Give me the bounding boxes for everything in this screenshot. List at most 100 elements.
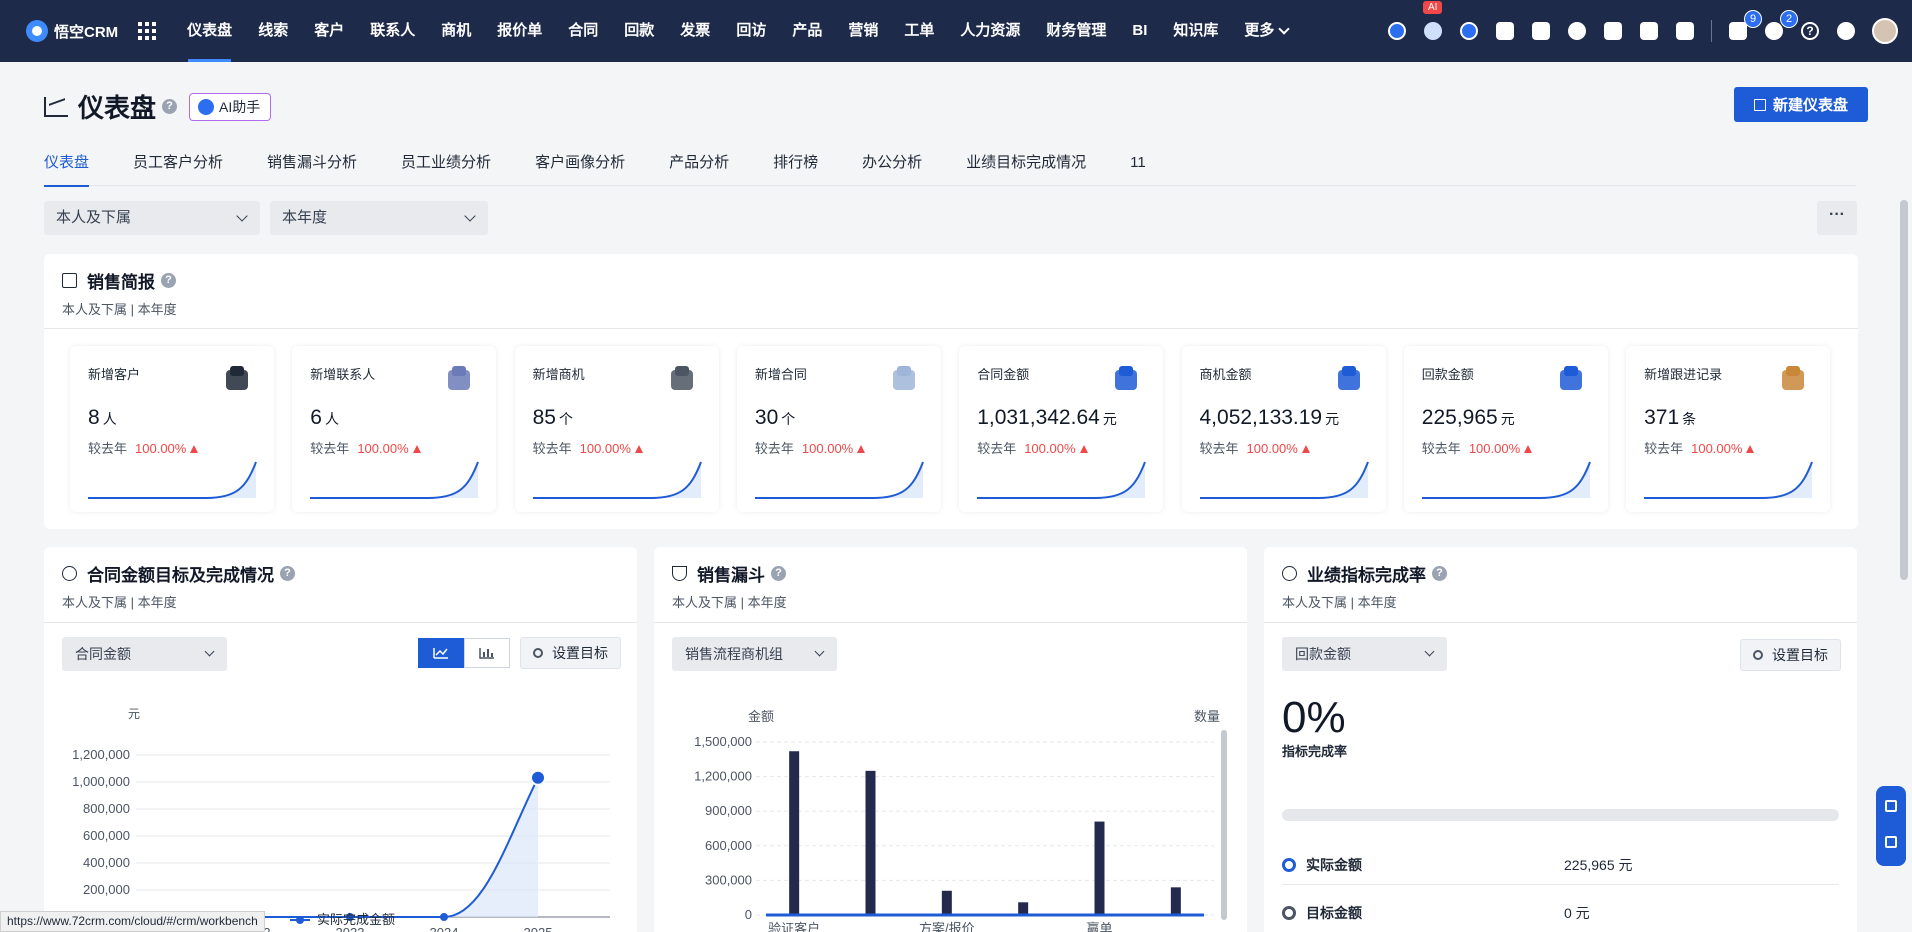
bar-chart-toggle[interactable] [464,638,510,668]
more-options-button[interactable]: ··· [1817,201,1857,235]
page-scrollbar[interactable] [1900,200,1908,580]
kpi-card[interactable]: 新增跟进记录 371 条较去年 100.00% [1626,346,1831,512]
tab-target-completion[interactable]: 业绩目标完成情况 [966,152,1086,186]
set-target-button[interactable]: 设置目标 [520,637,621,669]
notes-button[interactable] [1601,19,1625,43]
data-point[interactable] [440,913,448,921]
help-icon[interactable]: ? [771,566,786,581]
nav-item-hr[interactable]: 人力资源 [947,0,1033,62]
nav-item-finance[interactable]: 财务管理 [1033,0,1119,62]
legend-label[interactable]: 实际完成金额 [317,912,395,927]
funnel-bar[interactable] [941,890,952,915]
nav-item-leads[interactable]: 线索 [245,0,301,62]
user-button[interactable] [1565,19,1589,43]
sales-funnel-header: 销售漏斗 ? [672,561,786,586]
nav-more-menu[interactable]: 更多 [1231,0,1301,62]
funnel-bar[interactable] [1018,902,1029,915]
kpi-card[interactable]: 新增商机 85 个较去年 100.00% [514,346,719,512]
card-subtitle: 本人及下属 | 本年度 [62,302,177,317]
kpi-card[interactable]: 商机金额 4,052,133.19 元较去年 100.00% [1181,346,1386,512]
kpi-card[interactable]: 新增合同 30 个较去年 100.00% [736,346,941,512]
nav-item-dashboard[interactable]: 仪表盘 [174,0,245,62]
period-select[interactable]: 本年度 [270,201,488,235]
tasks-button[interactable]: 9 [1726,10,1762,43]
nav-item-visits[interactable]: 回访 [723,0,779,62]
feedback-button[interactable] [1493,19,1517,43]
calendar-button[interactable] [1673,19,1697,43]
help-icon[interactable]: ? [1432,566,1447,581]
funnel-bar[interactable] [1094,821,1105,915]
y-tick-label: 200,000 [83,882,130,897]
notifications-button[interactable]: 2 [1762,10,1798,43]
nav-item-payments[interactable]: 回款 [611,0,667,62]
kpi-card[interactable]: 回款金额 225,965 元较去年 100.00% [1403,346,1608,512]
flag-icon [1496,22,1514,40]
chevron-down-icon [204,646,215,657]
floating-toolbox[interactable] [1876,786,1906,866]
kpi-compare: 较去年 100.00% [1422,438,1533,457]
funnel-bar[interactable] [1170,887,1181,915]
nav-item-opportunities[interactable]: 商机 [428,0,484,62]
help-icon[interactable]: ? [280,566,295,581]
nav-item-customers[interactable]: 客户 [301,0,357,62]
compare-label: 较去年 [1199,441,1239,456]
app-logo[interactable]: 悟空CRM [26,20,118,42]
perf-metric-select[interactable]: 回款金额 [1282,637,1447,671]
funnel-bar[interactable] [865,770,876,915]
help-button[interactable]: ? [1798,19,1822,43]
scope-select[interactable]: 本人及下属 [44,201,260,235]
tool-icon [1885,800,1897,812]
settings-button[interactable] [1834,19,1858,43]
set-target-button[interactable]: 设置目标 [1740,639,1841,671]
funnel-bar[interactable] [789,751,800,915]
tab-office-analysis[interactable]: 办公分析 [862,152,922,186]
ai-robot-button[interactable]: AI [1421,1,1445,43]
nav-item-quotes[interactable]: 报价单 [484,0,555,62]
ai-assistant-button[interactable]: AI助手 [189,92,272,121]
process-group-select[interactable]: 销售流程商机组 [672,637,837,671]
chart-scrollbar[interactable] [1221,730,1227,920]
kpi-card[interactable]: 新增联系人 6 人较去年 100.00% [292,346,497,512]
funnel-bar-chart: 金额 数量 0 300,000 600,000 900,000 1,200,000 1,5… [694,709,1227,932]
nav-item-marketing[interactable]: 营销 [835,0,891,62]
nav-item-products[interactable]: 产品 [779,0,835,62]
money-icon [1109,364,1143,396]
nav-item-tickets[interactable]: 工单 [891,0,947,62]
tab-sales-funnel[interactable]: 销售漏斗分析 [267,152,357,186]
tab-employee-performance[interactable]: 员工业绩分析 [401,152,491,186]
nav-item-knowledge[interactable]: 知识库 [1160,0,1231,62]
phone-button[interactable] [1637,19,1661,43]
tab-11[interactable]: 11 [1130,152,1146,186]
kpi-sparkline [1644,461,1814,499]
help-icon[interactable]: ? [161,273,176,288]
kpi-sparkline [532,461,702,499]
kpi-card[interactable]: 合同金额 1,031,342.64 元较去年 100.00% [959,346,1164,512]
data-point[interactable] [530,769,546,786]
nav-item-bi[interactable]: BI [1119,0,1160,62]
new-dashboard-button[interactable]: 新建仪表盘 [1734,87,1868,122]
quick-add-button[interactable] [1385,19,1409,43]
line-chart-toggle[interactable] [418,638,464,668]
tab-customer-profile[interactable]: 客户画像分析 [535,152,625,186]
kpi-card[interactable]: 新增客户 8 人较去年 100.00% [70,346,274,512]
tab-dashboard[interactable]: 仪表盘 [44,152,90,187]
y-tick-label: 600,000 [705,838,752,853]
avatar[interactable] [1872,18,1898,44]
tab-product-analysis[interactable]: 产品分析 [669,152,729,186]
chat-button[interactable] [1457,19,1481,43]
kpi-compare: 较去年 100.00% [1200,438,1310,457]
help-icon[interactable]: ? [162,99,178,114]
actual-amount-row: 实际金额 225,965 元 [1282,845,1839,885]
tab-employee-customer[interactable]: 员工客户分析 [133,152,223,186]
nav-item-contracts[interactable]: 合同 [555,0,611,62]
kpi-unit: 元 [1500,411,1515,427]
x-tick-label: 2025 [524,925,553,932]
contact-icon [442,364,476,396]
app-grid-icon[interactable] [138,22,157,40]
tab-ranking[interactable]: 排行榜 [773,152,818,186]
main-nav: 仪表盘 线索 客户 联系人 商机 报价单 合同 回款 发票 回访 产品 营销 工… [174,0,1301,62]
nav-item-contacts[interactable]: 联系人 [357,0,428,62]
nav-item-invoices[interactable]: 发票 [667,0,723,62]
metric-select[interactable]: 合同金额 [62,637,227,671]
calendar-check-button[interactable] [1529,19,1553,43]
